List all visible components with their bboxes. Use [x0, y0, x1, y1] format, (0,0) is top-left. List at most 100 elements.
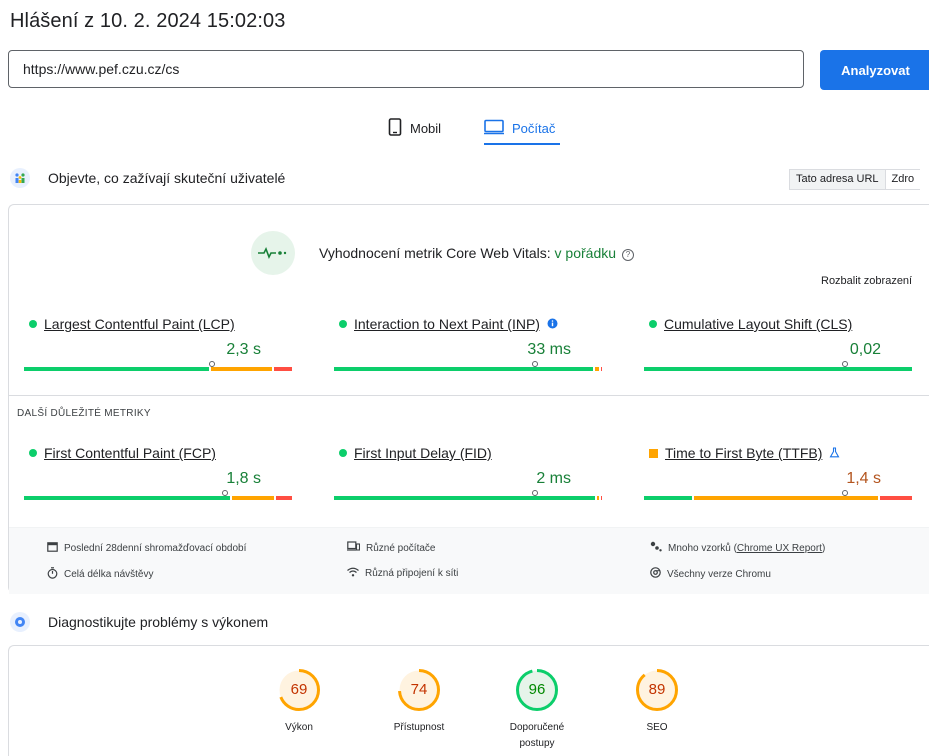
metric-value: 0,02	[849, 341, 881, 358]
score-label: Výkon	[285, 722, 313, 733]
toggle-origin[interactable]: Zdro	[886, 170, 921, 189]
poor-segment	[273, 367, 292, 371]
good-segment	[24, 496, 230, 500]
score-ring: 74	[397, 668, 441, 712]
distribution-bar	[334, 496, 602, 500]
pagespeed-report: Hlášení z 10. 2. 2024 15:02:03 Analyzova…	[0, 0, 929, 756]
chrome-ux-report-link[interactable]: Chrome UX Report	[737, 543, 822, 554]
metric-name: Largest Contentful Paint (LCP)	[29, 316, 235, 332]
metric-value: 1,8 s	[226, 470, 261, 487]
metric-value: 33 ms	[527, 341, 571, 358]
help-icon[interactable]: ?	[622, 249, 635, 261]
tab-mobile-label: Mobil	[410, 120, 442, 136]
metric-link[interactable]: First Input Delay (FID)	[354, 445, 492, 461]
field-data-heading: Objevte, co zažívají skuteční uživatelé	[10, 168, 285, 188]
score-ring: 96	[515, 668, 559, 712]
expand-view-link[interactable]: Rozbalit zobrazení	[821, 275, 912, 287]
good-status-icon	[339, 449, 347, 457]
metric-1: First Input Delay (FID) 2 ms	[319, 445, 602, 505]
cwv-status: v pořádku	[554, 245, 617, 261]
users-icon	[10, 168, 30, 188]
cwv-assessment: Vyhodnocení metrik Core Web Vitals: v po…	[251, 231, 635, 275]
selected-tab-indicator	[484, 143, 560, 145]
analyze-button[interactable]: Analyzovat	[820, 50, 929, 90]
score-label: Přístupnost	[393, 722, 445, 733]
score-label: Doporučené postupy	[509, 722, 565, 749]
good-segment	[644, 367, 912, 371]
score-ring: 69	[277, 668, 321, 712]
footer-devices: Různé počítače	[347, 541, 436, 555]
tab-desktop[interactable]: Počítač	[484, 114, 555, 142]
p75-marker	[222, 490, 228, 496]
score-gauge[interactable]: 89 SEO	[612, 668, 702, 736]
distribution-bar	[24, 367, 292, 371]
tab-desktop-label: Počítač	[512, 120, 556, 136]
pulse-icon	[251, 231, 295, 275]
url-origin-toggle: Tato adresa URL Zdro	[789, 169, 921, 190]
p75-marker	[842, 490, 848, 496]
poor-segment	[880, 496, 912, 500]
score-value: 89	[648, 681, 666, 698]
cwv-assessment-text: Vyhodnocení metrik Core Web Vitals: v po…	[319, 245, 635, 261]
good-status-icon	[29, 449, 37, 457]
poor-segment	[600, 367, 602, 371]
diagnostics-card: 69 Výkon 74 Přístupnost 96 Doporučené postupy…	[8, 645, 929, 756]
calendar-icon	[47, 541, 58, 555]
metric-value: 2 ms	[536, 470, 571, 487]
metric-value: 1,4 s	[846, 470, 881, 487]
metric-link[interactable]: Interaction to Next Paint (INP)	[354, 316, 540, 332]
core-web-vitals-card: Vyhodnocení metrik Core Web Vitals: v po…	[8, 204, 929, 594]
metric-name: Cumulative Layout Shift (CLS)	[649, 316, 852, 332]
field-data-title: Objevte, co zažívají skuteční uživatelé	[48, 170, 286, 186]
other-metrics-heading: DALŠÍ DŮLEŽITÉ METRIKY	[17, 408, 151, 419]
footer-samples: Mnoho vzorků (Chrome UX Report)	[650, 541, 825, 555]
metric-link[interactable]: Largest Contentful Paint (LCP)	[44, 316, 235, 332]
average-segment	[693, 496, 879, 500]
info-icon[interactable]	[547, 316, 558, 332]
distribution-bar	[24, 496, 292, 500]
good-segment	[334, 496, 596, 500]
score-ring: 89	[635, 668, 679, 712]
data-info-footer: Poslední 28denní shromažďovací období Ce…	[9, 527, 929, 594]
samples-icon	[650, 541, 662, 555]
score-value: 74	[410, 681, 428, 698]
p75-marker	[208, 361, 215, 367]
metric-link[interactable]: First Contentful Paint (FCP)	[44, 445, 216, 461]
phone-icon	[388, 117, 402, 139]
average-status-icon	[649, 448, 658, 458]
lab-data-title: Diagnostikujte problémy s výkonem	[48, 614, 269, 630]
section-divider	[9, 395, 929, 396]
url-input[interactable]	[8, 50, 804, 88]
metric-link[interactable]: Cumulative Layout Shift (CLS)	[664, 316, 852, 332]
score-gauge[interactable]: 74 Přístupnost	[374, 668, 464, 736]
toggle-this-url[interactable]: Tato adresa URL	[790, 170, 886, 189]
score-gauge[interactable]: 69 Výkon	[254, 668, 344, 736]
good-status-icon	[649, 320, 657, 328]
score-label: SEO	[646, 722, 668, 733]
device-tabs: Mobil Počítač	[0, 114, 929, 148]
metric-name: First Input Delay (FID)	[339, 445, 492, 461]
distribution-bar	[644, 496, 912, 500]
p75-marker	[532, 361, 538, 367]
score-value: 69	[290, 681, 308, 698]
metric-2: Cumulative Layout Shift (CLS) 0,02	[629, 316, 912, 376]
tab-mobile[interactable]: Mobil	[388, 114, 441, 142]
metric-1: Interaction to Next Paint (INP) 33 ms	[319, 316, 602, 376]
footer-period: Poslední 28denní shromažďovací období	[47, 541, 246, 555]
metric-value: 2,3 s	[226, 341, 261, 358]
poor-segment	[276, 496, 292, 500]
lab-data-heading: Diagnostikujte problémy s výkonem	[10, 612, 268, 632]
report-title: Hlášení z 10. 2. 2024 15:02:03	[10, 10, 286, 32]
footer-visit: Celá délka návštěvy	[47, 567, 154, 582]
average-segment	[231, 496, 275, 500]
metric-link[interactable]: Time to First Byte (TTFB)	[665, 445, 822, 461]
poor-segment	[601, 496, 602, 500]
p75-marker	[532, 490, 538, 496]
score-gauge[interactable]: 96 Doporučené postupy	[492, 668, 582, 752]
average-segment	[594, 367, 599, 371]
metric-name: First Contentful Paint (FCP)	[29, 445, 216, 461]
experimental-flask-icon	[829, 445, 840, 461]
good-segment	[334, 367, 593, 371]
footer-chrome: Všechny verze Chromu	[650, 567, 771, 581]
metric-0: Largest Contentful Paint (LCP) 2,3 s	[9, 316, 292, 376]
